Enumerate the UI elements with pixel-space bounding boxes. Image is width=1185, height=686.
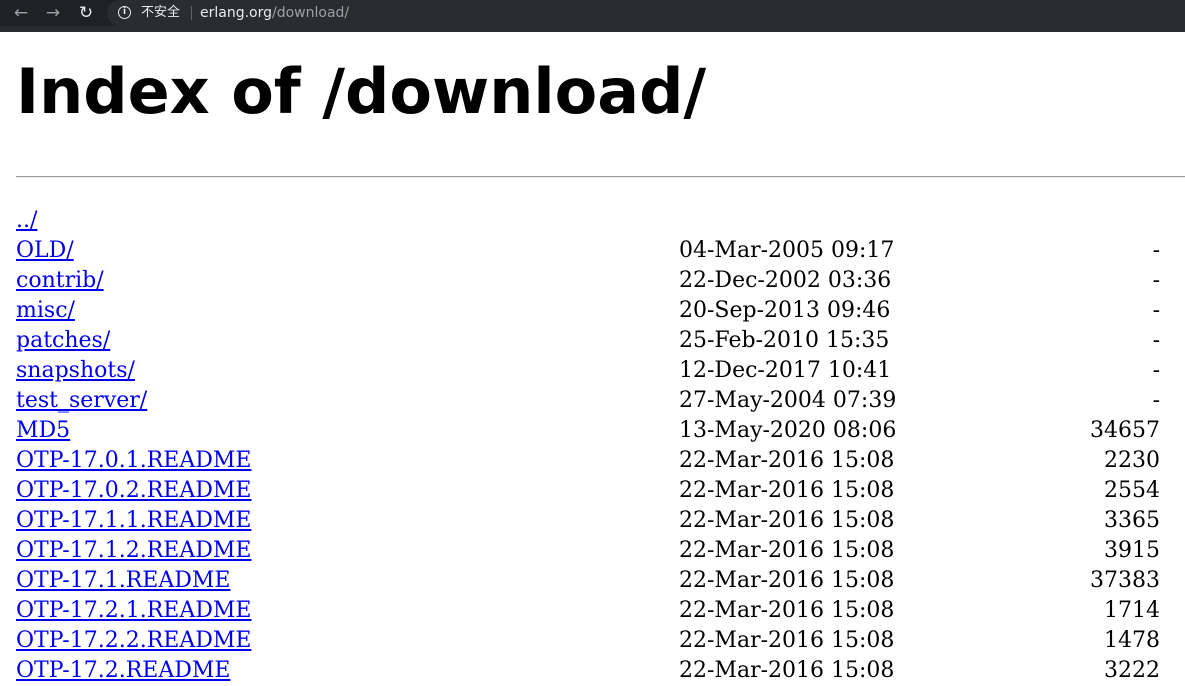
entry-link[interactable]: OTP-17.1.README: [16, 566, 230, 596]
listing-row: patches/25-Feb-2010 15:35 -: [16, 326, 1185, 356]
info-icon[interactable]: i: [118, 6, 131, 19]
entry-link[interactable]: patches/: [16, 326, 110, 356]
entry-link[interactable]: OLD/: [16, 236, 74, 266]
entry-link[interactable]: OTP-17.1.1.README: [16, 506, 251, 536]
entry-date: 22-Mar-2016 15:08: [679, 568, 895, 593]
entry-size: 37383: [1090, 568, 1160, 593]
entry-size: 2230: [1104, 448, 1160, 473]
listing-row: OTP-17.2.2.README 22-Mar-2016 15:08 1478: [16, 626, 1185, 656]
entry-link[interactable]: OTP-17.0.2.README: [16, 476, 251, 506]
listing-row: contrib/22-Dec-2002 03:36 -: [16, 266, 1185, 296]
back-arrow-icon[interactable]: ←: [11, 3, 31, 23]
entry-link[interactable]: MD5: [16, 416, 70, 446]
entry-date: 13-May-2020 08:06: [679, 418, 897, 443]
entry-date: 22-Mar-2016 15:08: [679, 508, 895, 533]
listing-row: misc/20-Sep-2013 09:46 -: [16, 296, 1185, 326]
page-title: Index of /download/: [16, 55, 707, 128]
entry-link[interactable]: contrib/: [16, 266, 104, 296]
entry-link[interactable]: OTP-17.2.README: [16, 656, 230, 686]
entry-size: 1714: [1104, 598, 1160, 623]
listing-row: OTP-17.1.1.README 22-Mar-2016 15:08 3365: [16, 506, 1185, 536]
entry-size: 3915: [1104, 538, 1160, 563]
toolbar-bottom-strip: [0, 26, 1185, 32]
listing-row: OTP-17.2.1.README 22-Mar-2016 15:08 1714: [16, 596, 1185, 626]
entry-date: 22-Mar-2016 15:08: [679, 628, 895, 653]
url-path: /download/: [272, 5, 350, 21]
forward-arrow-icon[interactable]: →: [43, 3, 63, 23]
entry-size: -: [1152, 298, 1160, 323]
entry-size: -: [1152, 238, 1160, 263]
listing-row: OTP-17.1.2.README 22-Mar-2016 15:08 3915: [16, 536, 1185, 566]
horizontal-rule: [16, 176, 1185, 178]
listing-row: snapshots/12-Dec-2017 10:41 -: [16, 356, 1185, 386]
entry-size: 34657: [1090, 418, 1160, 443]
entry-date: 22-Dec-2002 03:36: [679, 268, 892, 293]
entry-date: 22-Mar-2016 15:08: [679, 658, 895, 683]
browser-toolbar: ← → ↻ i 不安全 erlang.org/download/: [0, 0, 1185, 26]
entry-size: 3365: [1104, 508, 1160, 533]
entry-link[interactable]: OTP-17.0.1.README: [16, 446, 251, 476]
entry-link[interactable]: test_server/: [16, 386, 147, 416]
entry-date: 22-Mar-2016 15:08: [679, 448, 895, 473]
security-status-label[interactable]: 不安全: [141, 4, 180, 22]
entry-size: 2554: [1104, 478, 1160, 503]
entry-size: 3222: [1104, 658, 1160, 683]
listing-row: OTP-17.0.1.README 22-Mar-2016 15:08 2230: [16, 446, 1185, 476]
url-text[interactable]: erlang.org/download/: [200, 4, 349, 22]
entry-link[interactable]: snapshots/: [16, 356, 135, 386]
entry-size: -: [1152, 388, 1160, 413]
entry-date: 25-Feb-2010 15:35: [679, 328, 890, 353]
omnibox-divider: [191, 6, 192, 20]
entry-link[interactable]: OTP-17.2.1.README: [16, 596, 251, 626]
entry-link[interactable]: ../: [16, 206, 37, 236]
listing-row: OTP-17.0.2.README 22-Mar-2016 15:08 2554: [16, 476, 1185, 506]
address-bar[interactable]: i 不安全 erlang.org/download/: [107, 0, 1185, 26]
entry-link[interactable]: misc/: [16, 296, 75, 326]
listing-row: OLD/04-Mar-2005 09:17 -: [16, 236, 1185, 266]
listing-row: ../: [16, 206, 1185, 236]
listing-row: OTP-17.1.README 22-Mar-2016 15:08 37383: [16, 566, 1185, 596]
entry-size: -: [1152, 358, 1160, 383]
entry-date: 20-Sep-2013 09:46: [679, 298, 891, 323]
entry-size: 1478: [1104, 628, 1160, 653]
listing-row: OTP-17.2.README 22-Mar-2016 15:08 3222: [16, 656, 1185, 686]
entry-date: 27-May-2004 07:39: [679, 388, 897, 413]
entry-date: 22-Mar-2016 15:08: [679, 478, 895, 503]
entry-size: -: [1152, 268, 1160, 293]
listing-row: test_server/27-May-2004 07:39 -: [16, 386, 1185, 416]
reload-icon[interactable]: ↻: [76, 3, 96, 23]
entry-date: 04-Mar-2005 09:17: [679, 238, 895, 263]
entry-link[interactable]: OTP-17.2.2.README: [16, 626, 251, 656]
entry-size: -: [1152, 328, 1160, 353]
directory-listing: ../OLD/04-Mar-2005 09:17- contrib/22-Dec-…: [16, 206, 1185, 686]
entry-date: 22-Mar-2016 15:08: [679, 598, 895, 623]
entry-date: 22-Mar-2016 15:08: [679, 538, 895, 563]
entry-date: 12-Dec-2017 10:41: [679, 358, 892, 383]
entry-link[interactable]: OTP-17.1.2.README: [16, 536, 251, 566]
url-domain: erlang.org: [200, 5, 273, 21]
listing-row: MD5 13-May-2020 08:06 34657: [16, 416, 1185, 446]
